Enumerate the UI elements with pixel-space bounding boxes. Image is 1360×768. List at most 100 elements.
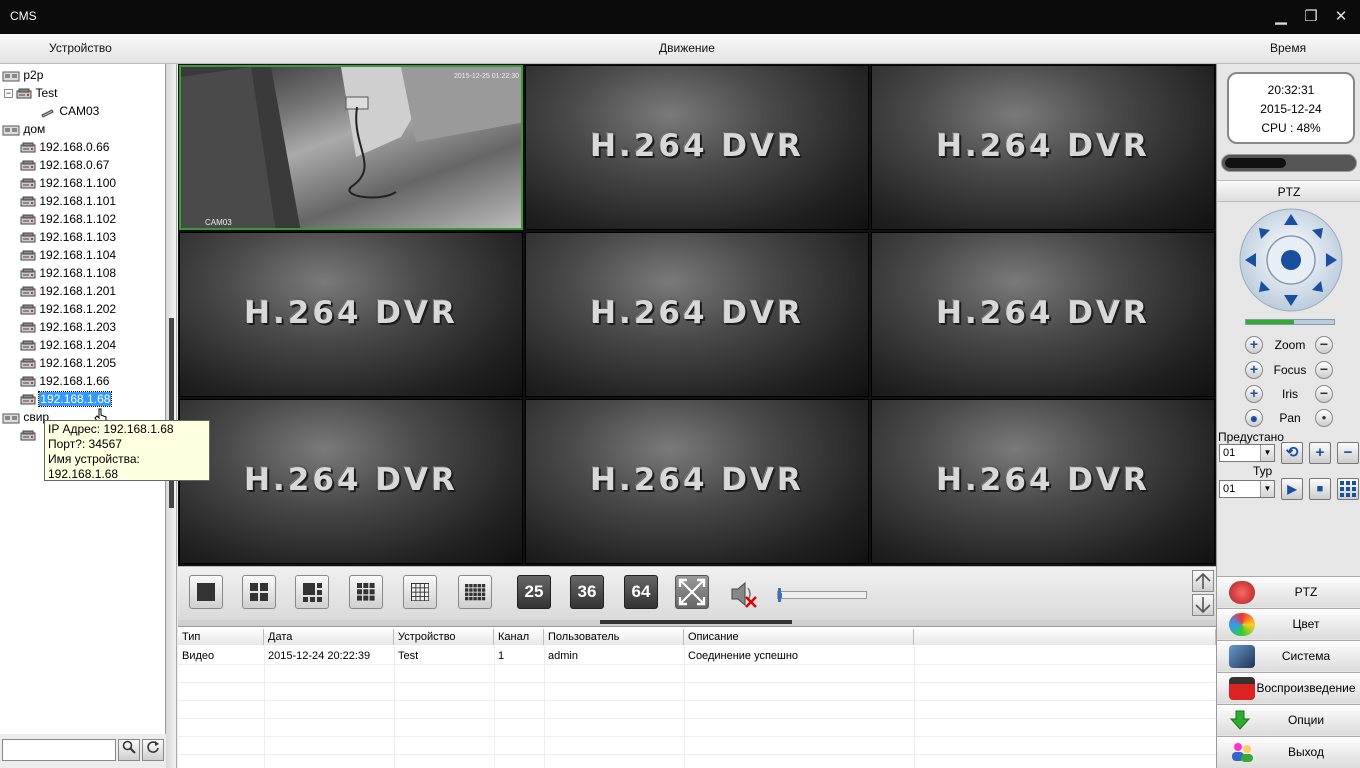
- arrow-up-icon: [1195, 572, 1211, 589]
- video-cell[interactable]: H.264 DVR: [179, 399, 523, 564]
- tree-device-item[interactable]: 192.168.1.205: [20, 354, 116, 372]
- tree-camera-cam03[interactable]: CAM03: [40, 102, 99, 120]
- layout-64-button[interactable]: 64: [624, 575, 658, 609]
- tree-group-svir[interactable]: свир: [2, 408, 49, 426]
- tree-device-item[interactable]: 192.168.1.204: [20, 336, 116, 354]
- iris-minus-button[interactable]: −: [1315, 385, 1333, 403]
- menu-options[interactable]: Опции: [1217, 704, 1360, 735]
- layout-25-button[interactable]: 25: [517, 575, 551, 609]
- layout-16-button[interactable]: [403, 575, 437, 609]
- layout-20-button[interactable]: [458, 575, 492, 609]
- focus-minus-button[interactable]: −: [1315, 361, 1333, 379]
- tree-device-item[interactable]: 192.168.1.68: [20, 390, 113, 408]
- tree-device-item[interactable]: 192.168.1.104: [20, 246, 116, 264]
- refresh-icon: [147, 741, 159, 753]
- log-cell: admin: [548, 650, 578, 662]
- tree-device-item[interactable]: 192.168.0.66: [20, 138, 109, 156]
- layout-1-button[interactable]: [189, 575, 223, 609]
- video-cell[interactable]: H.264 DVR: [871, 399, 1215, 564]
- scroll-up-button[interactable]: [1192, 570, 1214, 592]
- search-button[interactable]: [118, 739, 140, 761]
- tree-device-label: 192.168.1.203: [39, 320, 117, 334]
- menu-color-label: Цвет: [1292, 617, 1320, 631]
- tree-device-item[interactable]: 192.168.1.66: [20, 372, 109, 390]
- video-cell[interactable]: H.264 DVR: [525, 232, 869, 397]
- tree-device-item[interactable]: 192.168.1.201: [20, 282, 116, 300]
- tree-device-item[interactable]: 192.168.1.203: [20, 318, 116, 336]
- video-cell-active[interactable]: 2015-12-25 01:22:30 CAM03: [179, 65, 523, 230]
- zoom-out-button[interactable]: −: [1315, 336, 1333, 354]
- tree-group-p2p[interactable]: p2p: [2, 66, 43, 84]
- device-tree[interactable]: p2p − Test CAM03 дом 192.168.0.66 192.168…: [0, 64, 166, 734]
- chevron-down-icon: ▼: [1260, 445, 1274, 461]
- preset-remove-button[interactable]: −: [1337, 442, 1359, 464]
- focus-plus-button[interactable]: +: [1245, 361, 1263, 379]
- preset-value: 01: [1223, 447, 1236, 459]
- tour-select[interactable]: 01 ▼: [1219, 480, 1275, 498]
- volume-slider[interactable]: [777, 588, 867, 602]
- scroll-down-button[interactable]: [1192, 594, 1214, 616]
- tree-device-item[interactable]: 192.168.1.202: [20, 300, 116, 318]
- preset-goto-button[interactable]: ⟲: [1281, 442, 1303, 464]
- maximize-button[interactable]: ❐: [1300, 7, 1322, 27]
- minimize-button[interactable]: ▁: [1270, 7, 1292, 27]
- time-header[interactable]: Время: [1216, 34, 1360, 64]
- refresh-button[interactable]: [142, 739, 164, 761]
- layout-4-button[interactable]: [242, 575, 276, 609]
- pan-stop-button[interactable]: ●: [1315, 409, 1333, 427]
- volume-slider-thumb[interactable]: [778, 588, 781, 602]
- menu-system[interactable]: Система: [1217, 640, 1360, 671]
- layout-36-button[interactable]: 36: [570, 575, 604, 609]
- log-column-header[interactable]: Канал: [494, 629, 544, 645]
- tree-group-home[interactable]: дом: [2, 120, 45, 138]
- preset-add-button[interactable]: +: [1309, 442, 1331, 464]
- log-column-header[interactable]: Пользователь: [544, 629, 684, 645]
- tree-device-label: 192.168.1.103: [39, 230, 117, 244]
- ptz-speed-slider[interactable]: [1245, 319, 1335, 325]
- tree-device-item[interactable]: 192.168.1.101: [20, 192, 116, 210]
- panel-splitter[interactable]: [166, 64, 177, 768]
- motion-header[interactable]: Движение: [166, 34, 1216, 64]
- log-column-header[interactable]: Дата: [264, 629, 394, 645]
- log-column-header[interactable]: Тип: [178, 629, 264, 645]
- zoom-in-button[interactable]: +: [1245, 336, 1263, 354]
- video-cell[interactable]: H.264 DVR: [871, 232, 1215, 397]
- log-column-header[interactable]: Описание: [684, 629, 914, 645]
- tree-device-item[interactable]: 192.168.0.67: [20, 156, 109, 174]
- layout-6-button[interactable]: [295, 575, 329, 609]
- iris-plus-button[interactable]: +: [1245, 385, 1263, 403]
- tree-device-item[interactable]: 192.168.1.103: [20, 228, 116, 246]
- preset-select[interactable]: 01 ▼: [1219, 444, 1275, 462]
- menu-exit[interactable]: Выход: [1217, 736, 1360, 768]
- collapse-toggle-icon[interactable]: −: [4, 89, 13, 99]
- menu-playback[interactable]: Воспроизведение: [1217, 672, 1360, 703]
- tour-stop-button[interactable]: ■: [1309, 478, 1331, 500]
- pan-start-button[interactable]: ●: [1245, 409, 1263, 427]
- dvr-device-icon: [20, 358, 36, 369]
- tree-device-item[interactable]: 192.168.1.102: [20, 210, 116, 228]
- no-signal-placeholder: H.264 DVR: [590, 295, 804, 331]
- video-cell[interactable]: H.264 DVR: [179, 232, 523, 397]
- tree-group-test[interactable]: − Test: [4, 84, 57, 102]
- tree-device-item[interactable]: [20, 426, 36, 444]
- fullscreen-button[interactable]: [675, 575, 709, 609]
- tree-device-item[interactable]: 192.168.1.108: [20, 264, 116, 282]
- log-splitter-handle[interactable]: [600, 620, 792, 624]
- log-column-header[interactable]: Устройство: [394, 629, 494, 645]
- layout-9-button[interactable]: [349, 575, 383, 609]
- mute-button[interactable]: [728, 579, 762, 609]
- ptz-direction-pad[interactable]: [1239, 208, 1343, 312]
- tree-device-item[interactable]: 192.168.1.100: [20, 174, 116, 192]
- log-cell: Соединение успешно: [688, 650, 799, 662]
- group-folder-icon: [2, 125, 20, 136]
- video-cell[interactable]: H.264 DVR: [871, 65, 1215, 230]
- video-cell[interactable]: H.264 DVR: [525, 399, 869, 564]
- tour-grid-button[interactable]: [1337, 478, 1359, 500]
- device-panel-header[interactable]: Устройство: [0, 34, 166, 64]
- close-button[interactable]: ✕: [1330, 7, 1352, 27]
- menu-color[interactable]: Цвет: [1217, 608, 1360, 639]
- device-search-input[interactable]: [2, 739, 116, 761]
- video-cell[interactable]: H.264 DVR: [525, 65, 869, 230]
- menu-ptz[interactable]: PTZ: [1217, 576, 1360, 607]
- tour-play-button[interactable]: ▶: [1281, 478, 1303, 500]
